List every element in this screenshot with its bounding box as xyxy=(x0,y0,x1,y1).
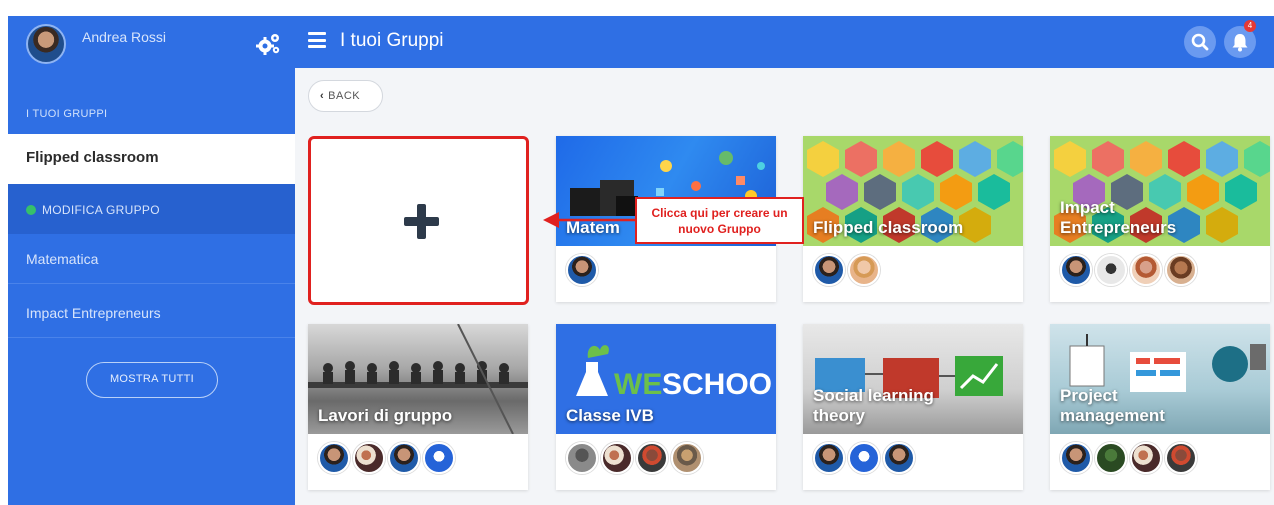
group-card-lavori-di-gruppo[interactable]: Lavori di gruppo xyxy=(308,324,528,490)
group-card-social-learning-theory[interactable]: Social learning theory xyxy=(803,324,1023,490)
plus-icon xyxy=(404,204,439,239)
avatar[interactable] xyxy=(1130,254,1162,286)
group-title: Project management xyxy=(1060,386,1165,425)
search-icon xyxy=(1191,33,1209,51)
sidebar-item-matematica[interactable]: Matematica xyxy=(8,234,295,284)
group-card-classe-ivb[interactable]: WE SCHOO Classe IVB xyxy=(556,324,776,490)
avatar[interactable] xyxy=(1130,442,1162,474)
group-cover: Project management xyxy=(1050,324,1270,434)
edit-group-button[interactable]: MODIFICA GRUPPO xyxy=(8,184,295,234)
group-title: Flipped classroom xyxy=(813,218,964,237)
member-list xyxy=(1060,442,1200,474)
group-card-flipped-classroom[interactable]: Flipped classroom xyxy=(803,136,1023,302)
member-list xyxy=(1060,254,1200,286)
search-button[interactable] xyxy=(1184,26,1216,58)
avatar[interactable] xyxy=(566,254,598,286)
user-profile[interactable]: Andrea Rossi xyxy=(8,16,295,72)
chevron-left-icon: ‹ xyxy=(320,90,325,102)
avatar[interactable] xyxy=(353,442,385,474)
show-all-button[interactable]: MOSTRA TUTTI xyxy=(86,362,218,398)
settings-icon[interactable] xyxy=(254,31,282,59)
member-list xyxy=(566,254,601,286)
avatar[interactable] xyxy=(601,442,633,474)
avatar[interactable] xyxy=(1060,254,1092,286)
group-cover: Impact Entrepreneurs xyxy=(1050,136,1270,246)
group-card-project-management[interactable]: Project management xyxy=(1050,324,1270,490)
group-title: Social learning theory xyxy=(813,386,934,425)
user-avatar[interactable] xyxy=(26,24,66,64)
avatar[interactable] xyxy=(848,442,880,474)
sidebar-item-flipped-classroom[interactable]: Flipped classroom xyxy=(8,134,295,192)
avatar[interactable] xyxy=(1165,442,1197,474)
avatar[interactable] xyxy=(848,254,880,286)
group-title: Lavori di gruppo xyxy=(318,406,453,425)
top-bar: I tuoi Gruppi 4 xyxy=(295,16,1274,68)
back-label: BACK xyxy=(328,90,361,102)
member-list xyxy=(813,254,883,286)
sidebar-item-impact-entrepreneurs[interactable]: Impact Entrepreneurs xyxy=(8,288,295,338)
svg-text:SCHOO: SCHOO xyxy=(662,368,772,401)
avatar[interactable] xyxy=(1165,254,1197,286)
group-title: Classe IVB xyxy=(566,406,654,425)
edit-group-label: MODIFICA GRUPPO xyxy=(42,203,160,217)
app-root: Andrea Rossi I TUOI GRUPPI Flipped class… xyxy=(0,0,1274,505)
member-list xyxy=(566,442,706,474)
avatar[interactable] xyxy=(423,442,455,474)
user-name[interactable]: Andrea Rossi xyxy=(82,29,182,45)
avatar[interactable] xyxy=(813,254,845,286)
avatar[interactable] xyxy=(566,442,598,474)
avatar[interactable] xyxy=(1095,442,1127,474)
svg-text:WE: WE xyxy=(614,368,662,401)
group-cover: Flipped classroom xyxy=(803,136,1023,246)
status-dot-icon xyxy=(26,205,36,215)
notifications-button[interactable]: 4 xyxy=(1224,20,1256,58)
callout-arrow-icon xyxy=(543,212,635,228)
avatar[interactable] xyxy=(1095,254,1127,286)
new-group-card[interactable] xyxy=(308,136,529,305)
menu-icon[interactable] xyxy=(308,32,326,48)
group-cover: Lavori di gruppo xyxy=(308,324,528,434)
avatar[interactable] xyxy=(388,442,420,474)
member-list xyxy=(813,442,918,474)
avatar[interactable] xyxy=(883,442,915,474)
group-cover: Social learning theory xyxy=(803,324,1023,434)
avatar[interactable] xyxy=(671,442,703,474)
group-cover: WE SCHOO Classe IVB xyxy=(556,324,776,434)
avatar[interactable] xyxy=(318,442,350,474)
avatar[interactable] xyxy=(813,442,845,474)
notification-badge: 4 xyxy=(1244,20,1256,32)
page-title: I tuoi Gruppi xyxy=(340,30,444,51)
back-button[interactable]: ‹ BACK xyxy=(308,80,383,112)
group-card-impact-entrepreneurs[interactable]: Impact Entrepreneurs xyxy=(1050,136,1270,302)
avatar[interactable] xyxy=(636,442,668,474)
member-list xyxy=(318,442,458,474)
sidebar-section-label: I TUOI GRUPPI xyxy=(26,108,108,120)
group-title: Impact Entrepreneurs xyxy=(1060,198,1177,237)
callout-tooltip: Clicca qui per creare un nuovo Gruppo xyxy=(635,197,804,244)
groups-content: ‹ BACK Matem Flipped classroom Impact En… xyxy=(295,68,1274,505)
sidebar: Andrea Rossi I TUOI GRUPPI Flipped class… xyxy=(8,16,295,505)
avatar[interactable] xyxy=(1060,442,1092,474)
